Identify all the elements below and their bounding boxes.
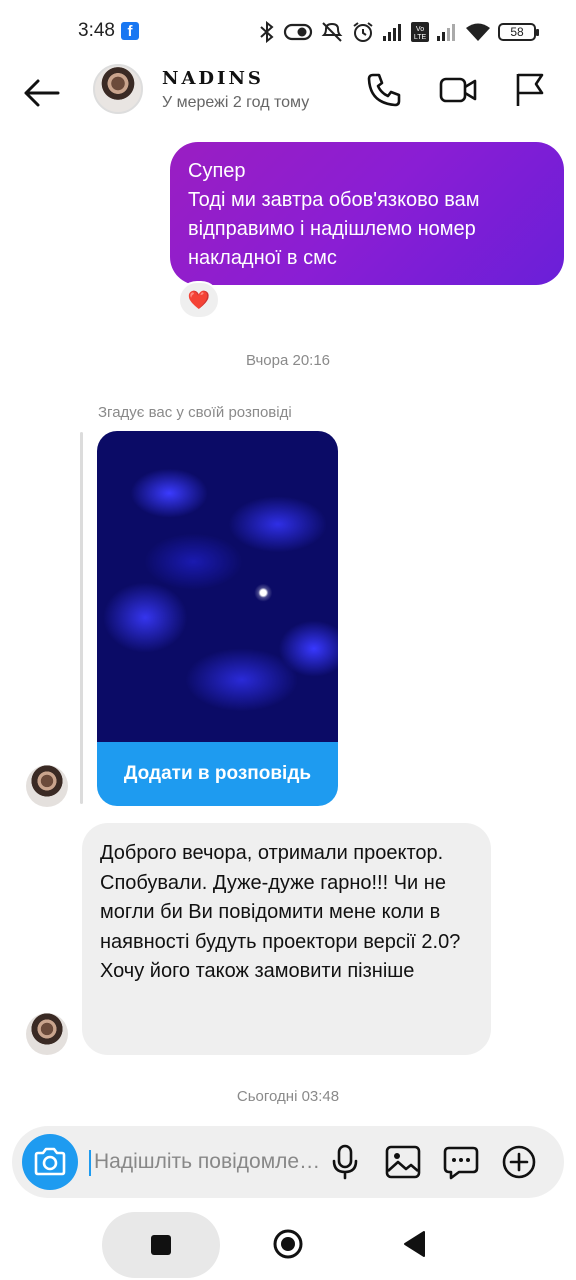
incoming-message-bubble[interactable]: Доброго вечора, отримали проектор. Спобу… bbox=[82, 823, 491, 1055]
mute-icon bbox=[321, 22, 343, 42]
cell-signal-icon bbox=[383, 24, 401, 41]
cell-signal-icon bbox=[437, 24, 455, 41]
video-call-icon[interactable] bbox=[438, 70, 478, 110]
status-time: 3:48 bbox=[78, 20, 115, 41]
back-triangle-icon[interactable] bbox=[402, 1230, 426, 1258]
alarm-icon bbox=[353, 22, 373, 42]
add-to-story-button[interactable]: Додати в розповідь bbox=[97, 742, 338, 806]
date-separator-yesterday: Вчора 20:16 bbox=[245, 352, 331, 369]
wifi-icon bbox=[466, 23, 490, 41]
camera-icon bbox=[34, 1147, 66, 1176]
bluetooth-icon bbox=[260, 21, 274, 43]
message-composer bbox=[12, 1126, 564, 1198]
status-icons: Vo LTE 58 bbox=[258, 20, 539, 44]
home-circle-icon[interactable] bbox=[272, 1228, 304, 1260]
system-nav-bar bbox=[0, 1206, 576, 1280]
camera-button[interactable] bbox=[22, 1134, 78, 1190]
heart-reaction[interactable]: ❤️ bbox=[178, 281, 220, 319]
back-arrow-icon[interactable] bbox=[20, 72, 62, 114]
volte-icon: VoLTE bbox=[411, 22, 429, 42]
heart-icon: ❤️ bbox=[187, 289, 211, 310]
svg-text:LTE: LTE bbox=[414, 34, 427, 41]
text-caret bbox=[89, 1150, 91, 1176]
flag-report-icon[interactable] bbox=[510, 70, 550, 110]
story-reply-rail bbox=[80, 432, 83, 804]
battery-icon: 58 bbox=[498, 23, 539, 41]
recents-button[interactable] bbox=[102, 1212, 220, 1278]
vpn-key-icon bbox=[283, 23, 313, 41]
square-recents-icon bbox=[151, 1235, 171, 1255]
microphone-icon[interactable] bbox=[326, 1143, 364, 1181]
story-image[interactable] bbox=[97, 431, 338, 742]
story-mention-card[interactable]: Додати в розповідь bbox=[97, 431, 338, 806]
facebook-icon: f bbox=[121, 22, 139, 40]
add-plus-icon[interactable] bbox=[500, 1143, 538, 1181]
outgoing-message-bubble[interactable]: Супер Тоді ми завтра обов'язково вам від… bbox=[170, 142, 564, 285]
incoming-message-text: Доброго вечора, отримали проектор. Спобу… bbox=[100, 842, 461, 982]
outgoing-message-text: Супер Тоді ми завтра обов'язково вам від… bbox=[188, 160, 480, 269]
contact-name[interactable]: NADINS bbox=[162, 68, 264, 89]
story-mention-caption: Згадує вас у своїй розповіді bbox=[98, 404, 292, 421]
sticker-chat-icon[interactable] bbox=[442, 1143, 480, 1181]
contact-avatar[interactable] bbox=[93, 64, 143, 114]
battery-level: 58 bbox=[510, 25, 524, 39]
phone-call-icon[interactable] bbox=[364, 70, 404, 110]
status-bar: 3:48 f Vo LTE 58 bbox=[0, 0, 576, 60]
date-separator-today: Сьогодні 03:48 bbox=[236, 1088, 340, 1105]
chat-header: NADINS У мережі 2 год тому bbox=[0, 60, 576, 124]
gallery-icon[interactable] bbox=[384, 1143, 422, 1181]
message-input[interactable] bbox=[94, 1144, 326, 1180]
svg-text:Vo: Vo bbox=[416, 26, 424, 33]
contact-status: У мережі 2 год тому bbox=[162, 94, 310, 111]
sender-avatar[interactable] bbox=[26, 1013, 68, 1055]
sender-avatar[interactable] bbox=[26, 765, 68, 807]
